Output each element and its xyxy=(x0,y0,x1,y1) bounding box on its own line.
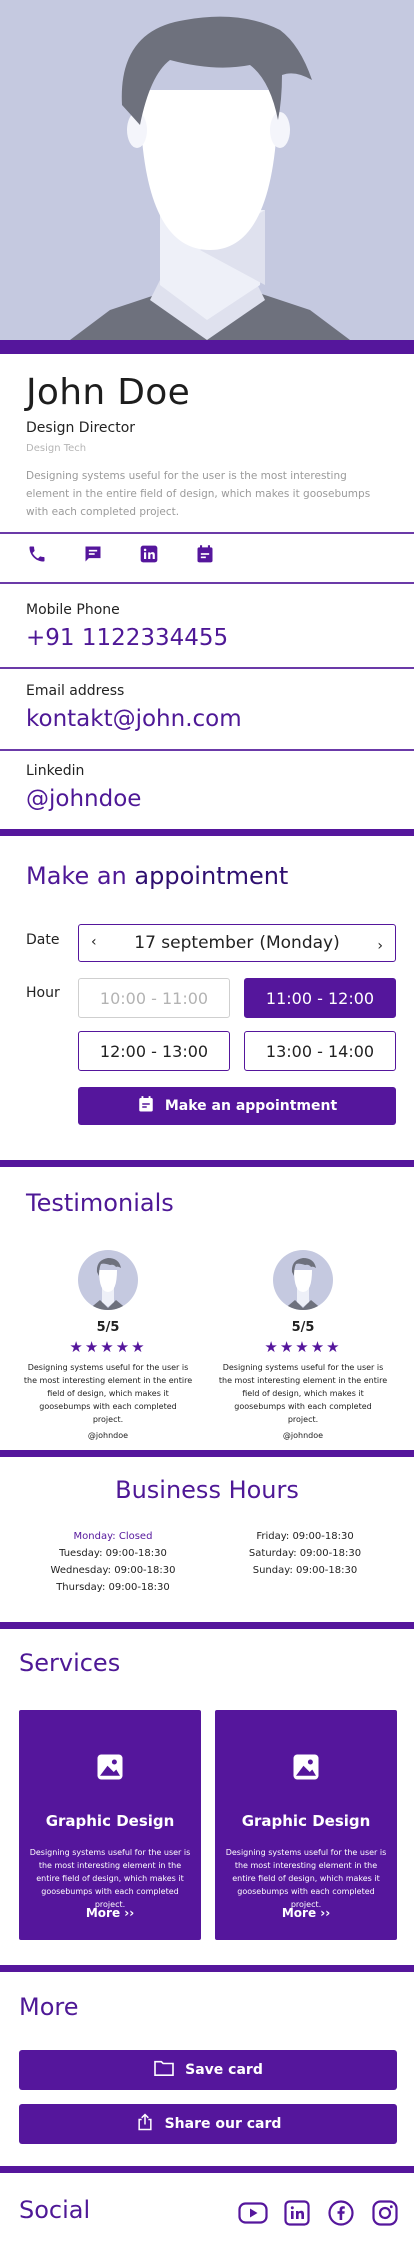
service-text: Designing systems useful for the user is… xyxy=(29,1848,191,1909)
phone-label: Mobile Phone xyxy=(26,602,120,618)
hour-label: Hour xyxy=(26,985,60,1001)
social-links xyxy=(238,2198,400,2228)
save-card-button[interactable]: Save card xyxy=(19,2050,397,2090)
profile-hero xyxy=(0,0,414,340)
make-appointment-button[interactable]: Make an appointment xyxy=(78,1087,396,1125)
linkedin-icon[interactable] xyxy=(138,543,160,565)
service-title: Graphic Design xyxy=(241,1812,371,1830)
testimonial-card: 5/5 ★★★★★ Designing systems useful for t… xyxy=(218,1250,388,1440)
share-icon xyxy=(135,2112,155,2136)
prev-date-arrow[interactable]: ‹ xyxy=(91,934,97,950)
linkedin-icon[interactable] xyxy=(282,2198,312,2228)
more-title: More xyxy=(19,1993,79,2021)
service-text: Designing systems useful for the user is… xyxy=(225,1848,387,1909)
testimonial-handle: @johndoe xyxy=(87,1431,129,1440)
testimonials-title: Testimonials xyxy=(26,1189,174,1217)
section-divider-band xyxy=(0,829,414,836)
phone-value[interactable]: +91 1122334455 xyxy=(26,625,228,651)
time-slot-11-12[interactable]: 11:00 - 12:00 xyxy=(244,978,396,1018)
divider xyxy=(0,582,414,584)
share-card-label: Share our card xyxy=(164,2116,282,2132)
date-picker[interactable]: ‹ 17 september (Monday) › xyxy=(78,924,396,962)
profile-company: Design Tech xyxy=(26,443,87,454)
divider xyxy=(0,532,414,534)
testimonial-text: Designing systems useful for the user is… xyxy=(23,1363,193,1424)
hours-row: Wednesday: 09:00-18:30 xyxy=(50,1565,176,1576)
hours-row: Monday: Closed xyxy=(73,1531,153,1542)
make-appointment-label: Make an appointment xyxy=(164,1098,338,1114)
folder-icon xyxy=(153,2059,175,2081)
time-slot-10-11[interactable]: 10:00 - 11:00 xyxy=(78,978,230,1018)
share-card-button[interactable]: Share our card xyxy=(19,2104,397,2144)
divider xyxy=(0,667,414,669)
business-hours-title: Business Hours xyxy=(115,1476,299,1504)
testimonial-rating: 5/5 xyxy=(291,1320,315,1335)
profile-role: Design Director xyxy=(26,420,136,436)
hours-row: Saturday: 09:00-18:30 xyxy=(248,1548,362,1559)
linkedin-label: Linkedin xyxy=(26,763,85,779)
date-value: 17 september xyxy=(134,933,254,953)
next-date-arrow[interactable]: › xyxy=(377,938,383,954)
chat-icon[interactable] xyxy=(82,543,104,565)
testimonial-handle: @johndoe xyxy=(282,1431,324,1440)
testimonial-rating: 5/5 xyxy=(96,1320,120,1335)
social-title: Social xyxy=(19,2196,91,2224)
hours-row: Friday: 09:00-18:30 xyxy=(256,1531,354,1542)
linkedin-value[interactable]: @johndoe xyxy=(26,786,141,812)
section-divider-band xyxy=(0,1450,414,1457)
star-rating: ★★★★★ xyxy=(69,1338,147,1356)
hours-right-column: Friday: 09:00-18:30 Saturday: 09:00-18:3… xyxy=(210,1528,400,1579)
image-icon xyxy=(293,1754,319,1780)
quick-actions xyxy=(26,543,216,565)
calendar-icon xyxy=(137,1095,155,1117)
testimonial-card: 5/5 ★★★★★ Designing systems useful for t… xyxy=(23,1250,193,1440)
service-title: Graphic Design xyxy=(45,1812,175,1830)
profile-name: John Doe xyxy=(26,372,191,413)
appointment-title: Make an appointment xyxy=(26,862,288,890)
date-label: Date xyxy=(26,932,60,948)
instagram-icon[interactable] xyxy=(370,2198,400,2228)
profile-bio: Designing systems useful for the user is… xyxy=(26,470,371,518)
email-value[interactable]: kontakt@john.com xyxy=(26,706,242,732)
service-card[interactable]: Graphic Design Designing systems useful … xyxy=(19,1710,201,1940)
time-slot-12-13[interactable]: 12:00 - 13:00 xyxy=(78,1031,230,1071)
hero-divider-band xyxy=(0,340,414,354)
date-day: (Monday) xyxy=(259,933,340,953)
service-more-link[interactable]: More ›› xyxy=(215,1906,397,1920)
email-label: Email address xyxy=(26,683,125,699)
hours-row: Tuesday: 09:00-18:30 xyxy=(59,1548,167,1559)
calendar-icon[interactable] xyxy=(194,543,216,565)
hours-row: Thursday: 09:00-18:30 xyxy=(56,1582,170,1593)
person-silhouette-illustration xyxy=(70,16,350,340)
appointment-title-emphasis: appointment xyxy=(134,862,289,890)
service-more-link[interactable]: More ›› xyxy=(19,1906,201,1920)
avatar xyxy=(78,1250,138,1310)
section-divider-band xyxy=(0,1622,414,1629)
time-slot-13-14[interactable]: 13:00 - 14:00 xyxy=(244,1031,396,1071)
avatar xyxy=(273,1250,333,1310)
testimonial-text: Designing systems useful for the user is… xyxy=(218,1363,388,1424)
services-title: Services xyxy=(19,1649,121,1677)
phone-icon[interactable] xyxy=(26,543,48,565)
service-card[interactable]: Graphic Design Designing systems useful … xyxy=(215,1710,397,1940)
star-rating: ★★★★★ xyxy=(264,1338,342,1356)
section-divider-band xyxy=(0,1160,414,1167)
section-divider-band xyxy=(0,1965,414,1972)
hours-left-column: Monday: Closed Tuesday: 09:00-18:30 Wedn… xyxy=(18,1528,208,1596)
image-icon xyxy=(97,1754,123,1780)
youtube-icon[interactable] xyxy=(238,2198,268,2228)
divider xyxy=(0,749,414,751)
facebook-icon[interactable] xyxy=(326,2198,356,2228)
save-card-label: Save card xyxy=(185,2062,263,2078)
hours-row: Sunday: 09:00-18:30 xyxy=(252,1565,358,1576)
business-card-page: John Doe Design Director Design Tech Des… xyxy=(0,0,414,2260)
section-divider-band xyxy=(0,2166,414,2173)
appointment-title-prefix: Make an xyxy=(26,862,127,890)
